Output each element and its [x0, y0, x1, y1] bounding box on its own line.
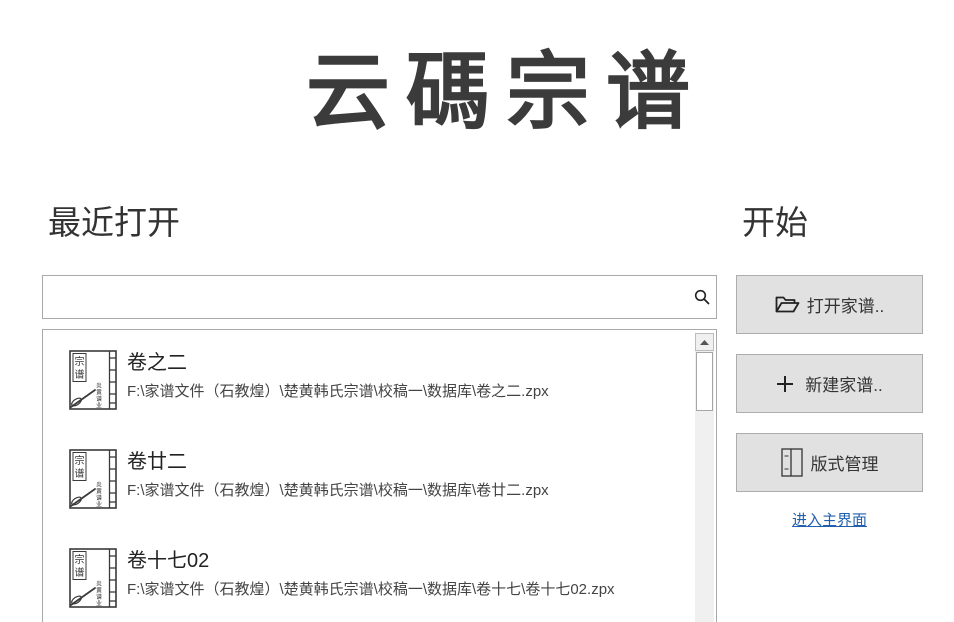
scroll-up-button[interactable] — [695, 333, 714, 351]
icon-brand-char: 业 — [96, 501, 102, 509]
icon-brand-char: 炎 — [96, 383, 102, 390]
icon-title-char: 宗 — [75, 454, 85, 467]
recent-file-path: F:\家谱文件（石教煌）\楚黄韩氏宗谱\校稿一\数据库\卷廿二.zpx — [127, 482, 549, 499]
recent-file-list[interactable]: 宗 谱 炎 黄 谱 业 卷之二 F:\家谱文件（石教煌）\楚黄韩氏宗谱\校稿一\… — [42, 329, 717, 622]
icon-brand-char: 谱 — [96, 494, 102, 502]
family-book-icon: 宗 谱 炎 黄 谱 业 — [69, 350, 117, 410]
icon-brand-char: 炎 — [96, 482, 102, 489]
recent-file-path: F:\家谱文件（石教煌）\楚黄韩氏宗谱\校稿一\数据库\卷十七\卷十七02.zp… — [127, 581, 615, 598]
family-book-icon: 宗 谱 炎 黄 谱 业 — [69, 548, 117, 608]
recent-file-item[interactable]: 宗 谱 炎 黄 谱 业 卷廿二 F:\家谱文件（石教煌）\楚黄韩氏宗谱\校稿一\… — [43, 429, 692, 528]
recent-heading: 最近打开 — [48, 204, 180, 241]
recent-file-item[interactable]: 宗 谱 炎 黄 谱 业 卷之二 F:\家谱文件（石教煌）\楚黄韩氏宗谱\校稿一\… — [43, 330, 692, 429]
search-icon[interactable] — [694, 289, 710, 305]
recent-file-title: 卷之二 — [127, 352, 187, 374]
icon-brand-char: 谱 — [96, 395, 102, 403]
open-family-tree-button[interactable]: 打开家谱.. — [736, 275, 923, 334]
icon-brand-char: 业 — [96, 402, 102, 410]
new-family-tree-button[interactable]: 新建家谱.. — [736, 354, 923, 413]
layout-management-button[interactable]: 版式管理 — [736, 433, 923, 492]
recent-file-text: 卷之二 F:\家谱文件（石教煌）\楚黄韩氏宗谱\校稿一\数据库\卷之二.zpx — [127, 350, 549, 402]
folder-open-icon — [775, 296, 800, 313]
icon-brand-char: 炎 — [96, 581, 102, 588]
icon-brand-char: 业 — [96, 600, 102, 608]
icon-title-char: 谱 — [75, 566, 85, 579]
recent-file-title: 卷廿二 — [127, 451, 187, 473]
scrollbar-thumb[interactable] — [696, 352, 713, 411]
icon-brand-char: 谱 — [96, 593, 102, 601]
open-family-tree-label: 打开家谱.. — [806, 297, 885, 316]
icon-title-char: 宗 — [75, 553, 85, 566]
new-family-tree-label: 新建家谱.. — [805, 376, 883, 395]
layout-management-label: 版式管理 — [810, 455, 879, 474]
family-book-icon: 宗 谱 炎 黄 谱 业 — [69, 449, 117, 509]
layout-icon — [780, 448, 803, 477]
recent-file-item[interactable]: 宗 谱 炎 黄 谱 业 卷十七02 F:\家谱文件（石教煌）\楚黄韩氏宗谱\校稿… — [43, 528, 692, 608]
icon-brand-char: 黄 — [96, 587, 102, 595]
recent-file-text: 卷廿二 F:\家谱文件（石教煌）\楚黄韩氏宗谱\校稿一\数据库\卷廿二.zpx — [127, 449, 549, 501]
recent-file-path: F:\家谱文件（石教煌）\楚黄韩氏宗谱\校稿一\数据库\卷之二.zpx — [127, 383, 549, 400]
start-heading: 开始 — [742, 204, 808, 241]
app-logo: 云碼宗谱 — [306, 42, 707, 141]
scroll-up-arrow-icon — [700, 339, 709, 345]
icon-title-char: 宗 — [75, 355, 85, 368]
search-box — [42, 275, 717, 319]
enter-main-interface-link[interactable]: 进入主界面 — [736, 511, 923, 531]
icon-title-char: 谱 — [75, 467, 85, 480]
icon-title-char: 谱 — [75, 368, 85, 381]
icon-brand-char: 黄 — [96, 389, 102, 397]
icon-brand-char: 黄 — [96, 488, 102, 496]
recent-file-text: 卷十七02 F:\家谱文件（石教煌）\楚黄韩氏宗谱\校稿一\数据库\卷十七\卷十… — [127, 548, 615, 600]
search-input[interactable] — [43, 276, 683, 318]
vertical-scrollbar[interactable] — [695, 333, 714, 622]
recent-items: 宗 谱 炎 黄 谱 业 卷之二 F:\家谱文件（石教煌）\楚黄韩氏宗谱\校稿一\… — [43, 330, 692, 608]
recent-file-title: 卷十七02 — [127, 550, 210, 572]
plus-icon — [777, 375, 794, 392]
